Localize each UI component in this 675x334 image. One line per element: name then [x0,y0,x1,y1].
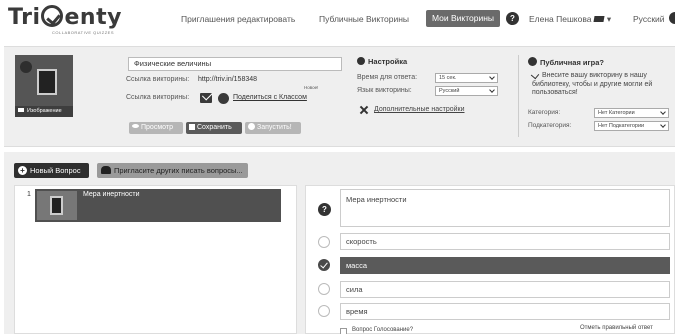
language-globe-icon[interactable] [669,12,675,24]
chevron-down-icon [660,109,666,115]
answer-input-1[interactable]: скорость [340,233,670,250]
eye-icon [132,124,139,128]
chevron-down-icon: ▾ [606,14,612,24]
tablet-decoration [37,69,57,95]
tablet-decoration [50,196,63,215]
quiz-share-label: Ссылка викторины: [126,94,190,101]
new-badge: Новое! [304,85,319,90]
time-select[interactable]: 15 сек. [435,73,498,83]
save-icon [189,124,195,130]
answer-input-2[interactable]: масса [340,257,670,274]
plus-icon: + [18,166,27,175]
user-menu[interactable]: Елена Пешкова ▾ [529,14,611,25]
quiz-link-label: Ссылка викторины: [126,76,190,83]
chevron-down-icon [489,87,495,93]
question-list-item[interactable]: Мера инертности [35,189,281,222]
chevron-down-icon [660,122,666,128]
time-label: Время для ответа: [357,74,418,81]
question-thumbnail [37,191,77,220]
globe-icon [528,57,537,66]
answer-input-3[interactable]: сила [340,281,670,298]
graduation-cap-icon [593,16,606,22]
subcategory-label: Подкатегория: [528,122,572,129]
new-question-button[interactable]: + Новый Вопрос [14,163,89,178]
answer-radio-2[interactable] [318,259,330,271]
share-classroom-link[interactable]: Поделиться с Классом [233,94,307,101]
language-selector[interactable]: Русский [633,14,665,24]
camera-icon [18,108,24,112]
public-description: Внесите вашу викторину в нашу библиотеку… [532,72,653,96]
category-label: Категория: [528,109,561,116]
nav-invitations-link[interactable]: Приглашения редактировать [181,14,295,24]
triventy-logo[interactable]: Tri enty [8,5,122,30]
settings-title: Настройка [357,57,407,66]
answer-radio-4[interactable] [318,305,330,317]
run-button[interactable]: Запустить! [245,122,301,134]
answer-input-4[interactable]: время [340,303,670,320]
mark-correct-hint: Отметь правильный ответ [580,325,653,331]
logo-check-icon [41,5,64,27]
answer-radio-1[interactable] [318,236,330,248]
chevron-down-icon [489,74,495,80]
category-select[interactable]: Нет Категории [594,108,669,118]
tools-icon [359,105,369,115]
question-list-text: Мера инертности [83,191,140,198]
question-number: 1 [27,191,31,198]
play-icon [248,123,255,130]
top-navbar: Tri enty COLLABORATIVE QUIZZES Приглашени… [0,0,675,40]
question-mark-icon: ? [318,203,331,216]
classroom-icon[interactable] [218,93,229,104]
invite-collaborators-button[interactable]: Пригласите других писать вопросы... [97,163,248,178]
quiz-settings-panel: Изображение Физические величины Ссылка в… [4,46,675,147]
people-icon [101,166,111,174]
quiz-link-value[interactable]: http://triv.in/158348 [198,76,257,83]
poll-label: Вопрос Голосование? [352,327,414,333]
nav-public-quizzes-link[interactable]: Публичные Викторины [319,14,409,24]
public-game-title: Публичная игра? [528,57,604,67]
plant-decoration [20,61,32,73]
logo-subtitle: COLLABORATIVE QUIZZES [52,30,114,35]
gear-icon [357,57,365,65]
change-image-button[interactable]: Изображение [15,106,73,117]
language-select[interactable]: Русский [435,86,498,96]
quiz-title-input[interactable]: Физические величины [128,57,342,71]
answer-radio-3[interactable] [318,283,330,295]
divider [518,55,519,137]
mail-icon[interactable] [200,93,212,103]
question-text-input[interactable]: Мера инертности [340,189,670,227]
user-name: Елена Пешкова [529,14,592,24]
save-button[interactable]: Сохранить [186,122,242,134]
subcategory-select[interactable]: Нет Подкатегории [594,121,669,131]
nav-my-quizzes-tab[interactable]: Мои Викторины [426,10,500,27]
advanced-settings-link[interactable]: Дополнительные настройки [374,106,465,113]
quiz-image[interactable]: Изображение [15,55,73,117]
preview-button[interactable]: Просмотр [129,122,183,134]
poll-checkbox[interactable] [340,328,347,334]
help-icon[interactable]: ? [506,12,519,25]
language-label: Язык викторины: [357,87,412,94]
